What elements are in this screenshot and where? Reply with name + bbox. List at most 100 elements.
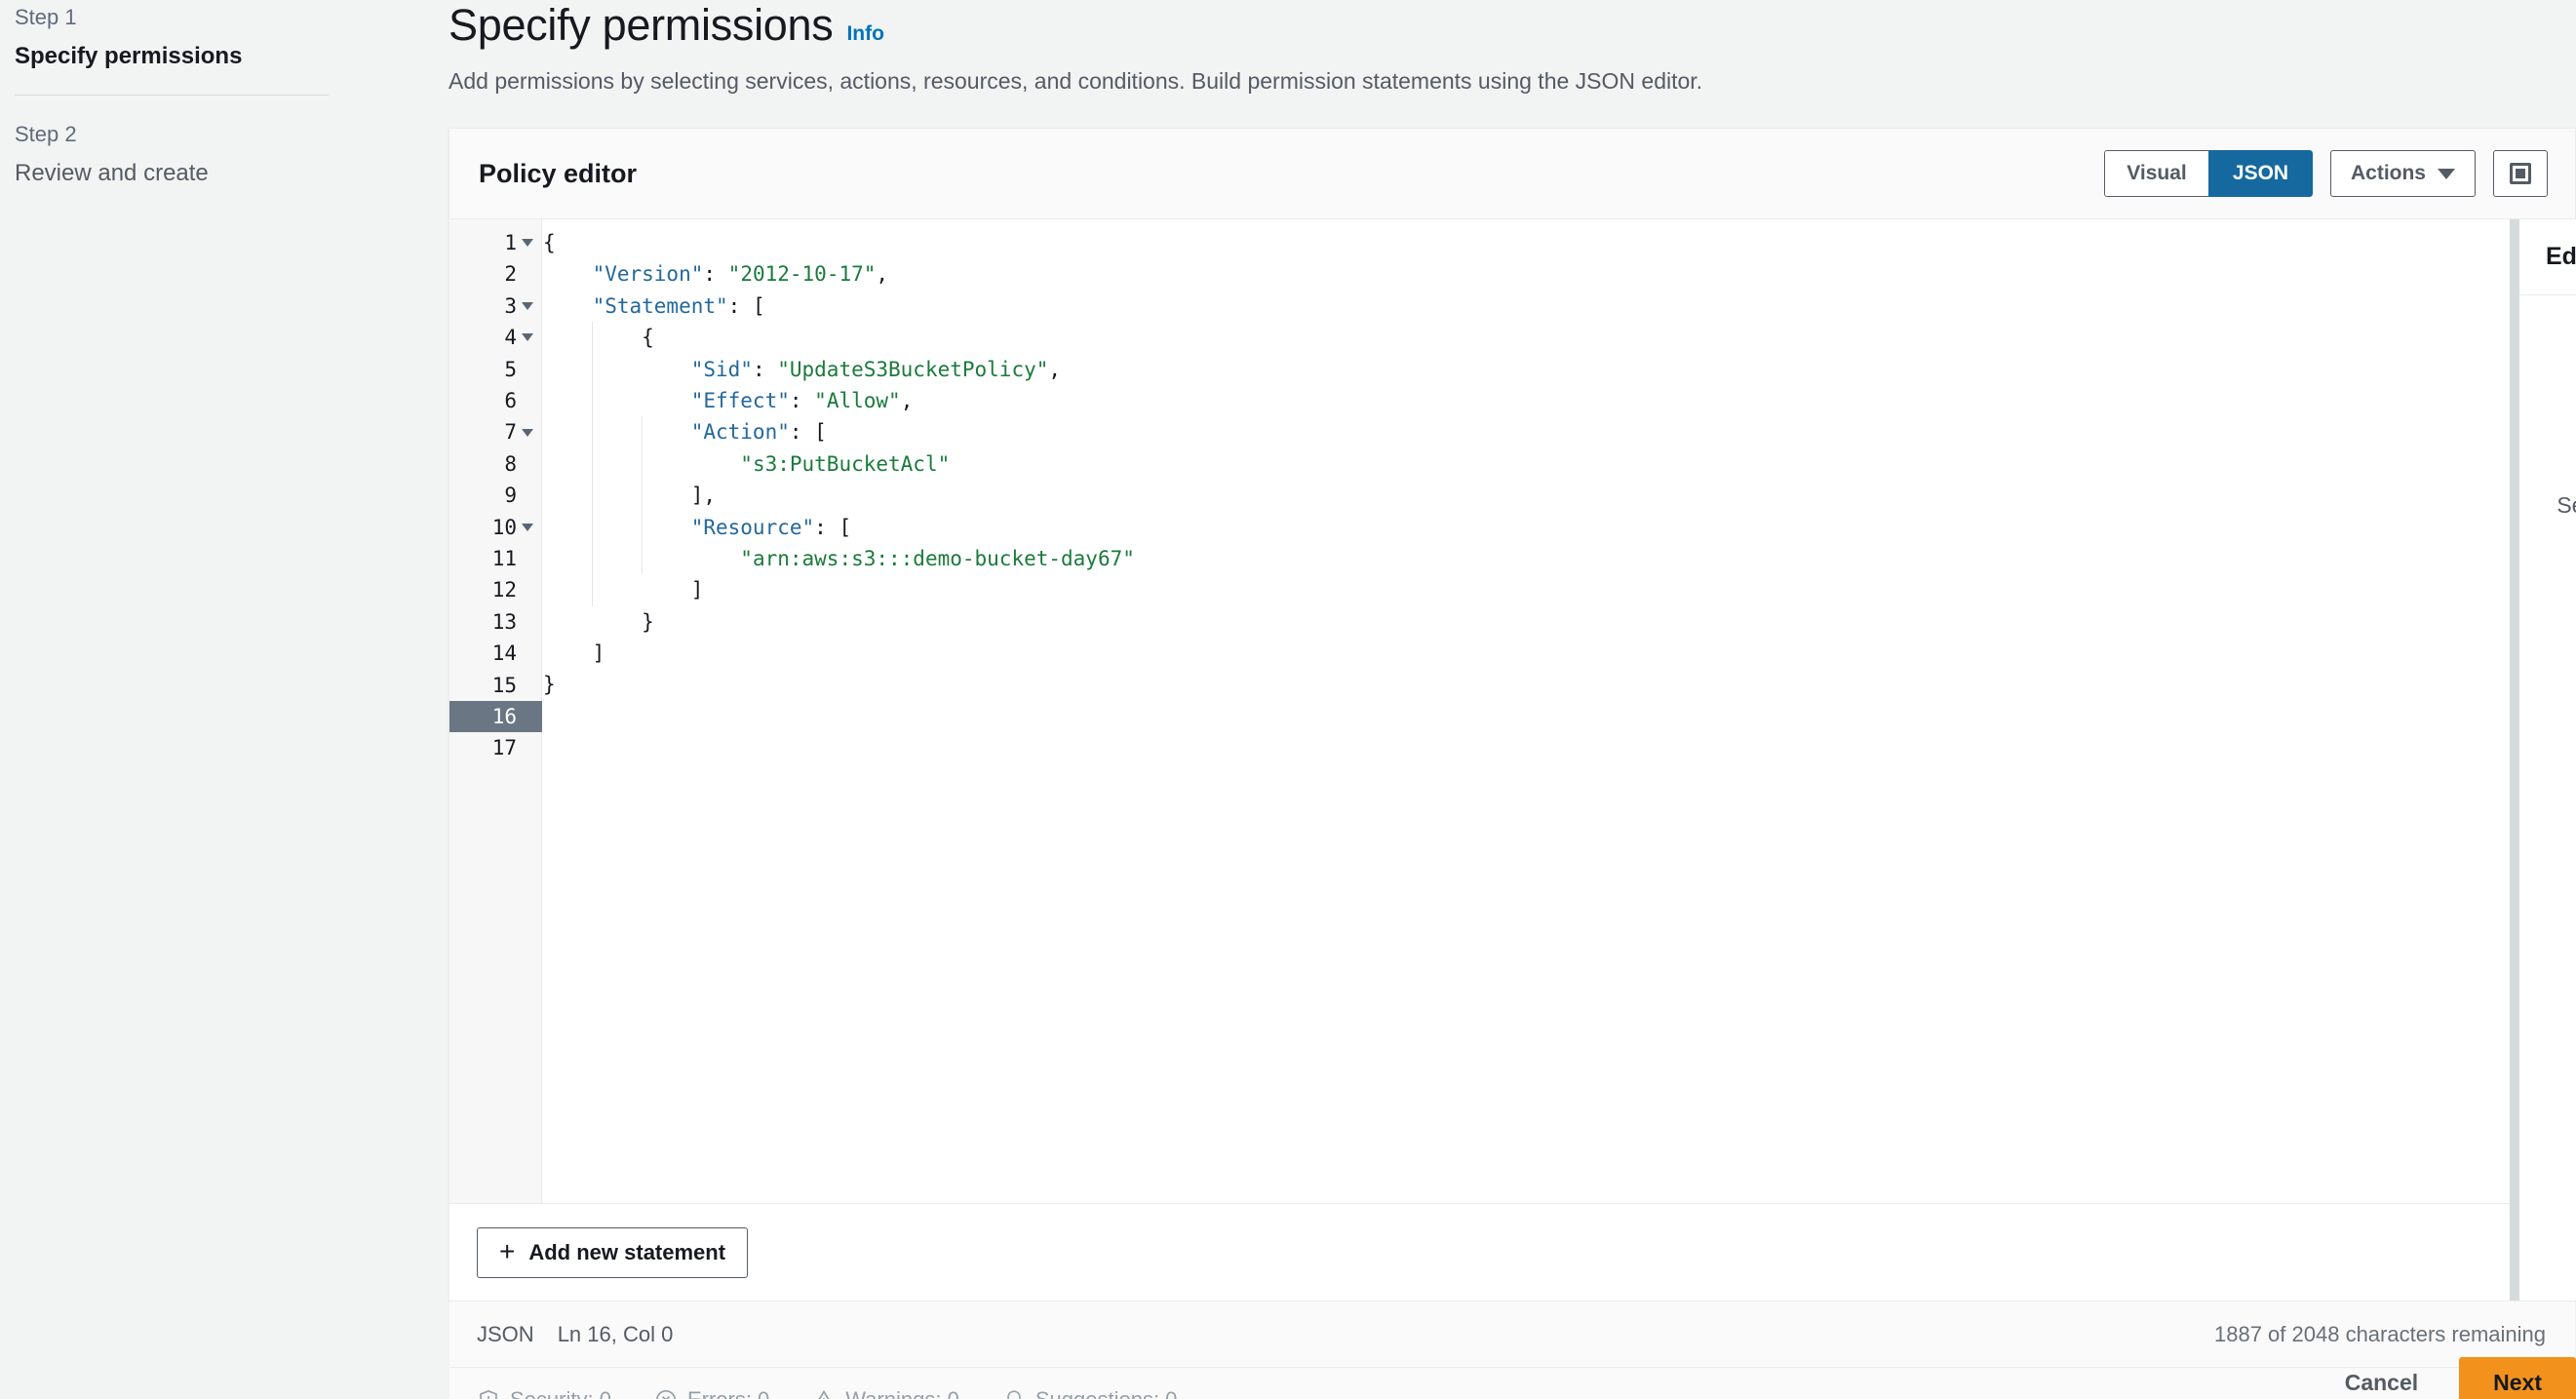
code-text-area[interactable]: { "Version": "2012-10-17", "Statement": … [543, 219, 2510, 1203]
panel-resize-handle[interactable] [2510, 219, 2519, 1301]
gutter-line-11[interactable]: 11 [449, 543, 542, 574]
gutter-line-13[interactable]: 13 [449, 606, 542, 638]
plus-icon: + [499, 1235, 516, 1266]
page-header: Specify permissions Info Add permissions… [449, 0, 2576, 96]
line-number: 11 [491, 547, 517, 570]
step-1-kicker: Step 1 [15, 5, 77, 29]
fullscreen-icon [2510, 163, 2531, 184]
code-line: "Statement": [ [592, 293, 765, 318]
actions-button[interactable]: Actions [2329, 150, 2476, 197]
wizard-footer-actions: Cancel Next [2329, 1357, 2576, 1399]
code-line: "s3:PutBucketAcl" [740, 451, 951, 476]
editor-lint-bar: Security: 0 Errors: 0 Warnings: 0 Sugges… [449, 1367, 2575, 1399]
page-description: Add permissions by selecting services, a… [449, 68, 1703, 94]
error-circle-icon [654, 1388, 678, 1399]
gutter-line-17[interactable]: 17 [449, 732, 542, 763]
policy-editor-toolbar: Visual JSON Actions [2103, 150, 2548, 197]
lint-errors-label: Errors: 0 [686, 1386, 770, 1399]
wizard-step-1[interactable]: Step 1 Specify permissions [0, 0, 429, 73]
policy-editor-title: Policy editor [479, 158, 638, 188]
code-gutter: 1 2 3 4 5 6 7 8 9 10 11 12 13 14 15 16 17 [449, 219, 542, 1203]
gutter-line-14[interactable]: 14 [449, 638, 542, 669]
indent-guide [592, 322, 594, 606]
line-number: 15 [491, 673, 517, 697]
next-button[interactable]: Next [2459, 1357, 2576, 1399]
line-number: 16 [491, 705, 517, 728]
line-number: 7 [504, 420, 517, 445]
wizard-sidebar: Step 1 Specify permissions Step 2 Review… [0, 0, 429, 1399]
edit-statement-panel: Edit statement Select a statement Select… [2519, 219, 2576, 1301]
status-language: JSON [477, 1321, 534, 1346]
wizard-step-2[interactable]: Step 2 Review and create [0, 117, 429, 190]
code-line: "arn:aws:s3:::demo-bucket-day67" [740, 546, 1135, 570]
gutter-line-8[interactable]: 8 [449, 448, 542, 480]
code-line: "Version": "2012-10-17", [592, 262, 889, 287]
code-line: ] [543, 641, 605, 666]
line-number: 4 [504, 326, 517, 350]
line-number: 1 [504, 231, 517, 254]
line-number: 2 [504, 262, 517, 287]
add-statement-bar: + Add new statement [449, 1203, 2510, 1301]
policy-editor-header: Policy editor Visual JSON Actions [449, 129, 2575, 219]
lightbulb-icon [1002, 1388, 1026, 1399]
gutter-line-1[interactable]: 1 [449, 227, 542, 258]
fold-caret-icon[interactable] [519, 301, 536, 310]
editor-status-bar: JSON Ln 16, Col 0 1887 of 2048 character… [449, 1301, 2575, 1367]
editor-body: 1 2 3 4 5 6 7 8 9 10 11 12 13 14 15 16 17 { "Version": "… [449, 219, 2576, 1301]
code-line: { [543, 326, 654, 350]
add-new-statement-button[interactable]: + Add new statement [477, 1226, 749, 1278]
gutter-line-3[interactable]: 3 [449, 291, 542, 322]
lint-errors[interactable]: Errors: 0 [654, 1387, 769, 1399]
warning-triangle-icon [812, 1388, 836, 1399]
line-number: 9 [504, 484, 517, 508]
fullscreen-button[interactable] [2493, 150, 2548, 197]
fold-caret-icon[interactable] [519, 428, 536, 437]
edit-statement-empty-state: Select a statement Select an existing st… [2519, 295, 2576, 626]
actions-button-label: Actions [2350, 162, 2426, 184]
line-number: 12 [491, 578, 517, 602]
lint-warnings[interactable]: Warnings: 0 [812, 1387, 959, 1399]
line-number: 5 [504, 357, 517, 381]
step-2-title: Review and create [15, 160, 209, 186]
gutter-line-6[interactable]: 6 [449, 385, 542, 416]
policy-editor-card: Policy editor Visual JSON Actions 1 2 3 … [449, 128, 2576, 1399]
tab-json[interactable]: JSON [2207, 150, 2313, 197]
fold-caret-icon[interactable] [519, 333, 536, 342]
cancel-button[interactable]: Cancel [2329, 1358, 2434, 1399]
code-line: "Sid": "UpdateS3BucketPolicy", [690, 357, 1062, 381]
indent-guide [641, 416, 643, 575]
code-line: { [543, 231, 556, 254]
code-line: } [543, 609, 654, 634]
info-link[interactable]: Info [846, 22, 883, 46]
lint-suggestions-label: Suggestions: 0 [1034, 1386, 1178, 1399]
gutter-line-9[interactable]: 9 [449, 480, 542, 511]
status-cursor-position: Ln 16, Col 0 [557, 1321, 674, 1346]
lint-suggestions[interactable]: Suggestions: 0 [1002, 1386, 1178, 1399]
edit-statement-heading: Edit statement [2519, 219, 2576, 295]
code-line: } [543, 673, 556, 697]
page-root: Step 1 Specify permissions Step 2 Review… [0, 0, 2576, 1399]
code-editor[interactable]: 1 2 3 4 5 6 7 8 9 10 11 12 13 14 15 16 17 { "Version": "… [449, 219, 2510, 1203]
gutter-line-7[interactable]: 7 [449, 416, 542, 447]
gutter-line-12[interactable]: 12 [449, 574, 542, 605]
gutter-line-4[interactable]: 4 [449, 322, 542, 353]
gutter-line-10[interactable]: 10 [449, 512, 542, 543]
gutter-line-16[interactable]: 16 [449, 701, 542, 733]
line-number: 13 [491, 609, 517, 634]
lint-security[interactable]: Security: 0 [477, 1387, 611, 1399]
fold-caret-icon[interactable] [519, 239, 536, 248]
line-number: 6 [504, 389, 517, 412]
code-line: "Resource": [ [690, 515, 852, 539]
code-line: "Effect": "Allow", [690, 388, 914, 412]
editor-mode-toggle: Visual JSON [2103, 150, 2313, 197]
gutter-line-15[interactable]: 15 [449, 670, 542, 701]
fold-caret-icon[interactable] [519, 523, 536, 531]
line-number: 3 [504, 293, 517, 318]
code-line: ], [543, 484, 717, 508]
gutter-line-5[interactable]: 5 [449, 354, 542, 385]
sidebar-divider [15, 95, 329, 96]
main-content: Specify permissions Info Add permissions… [449, 0, 2576, 1399]
tab-visual[interactable]: Visual [2103, 150, 2208, 197]
gutter-line-2[interactable]: 2 [449, 258, 542, 290]
